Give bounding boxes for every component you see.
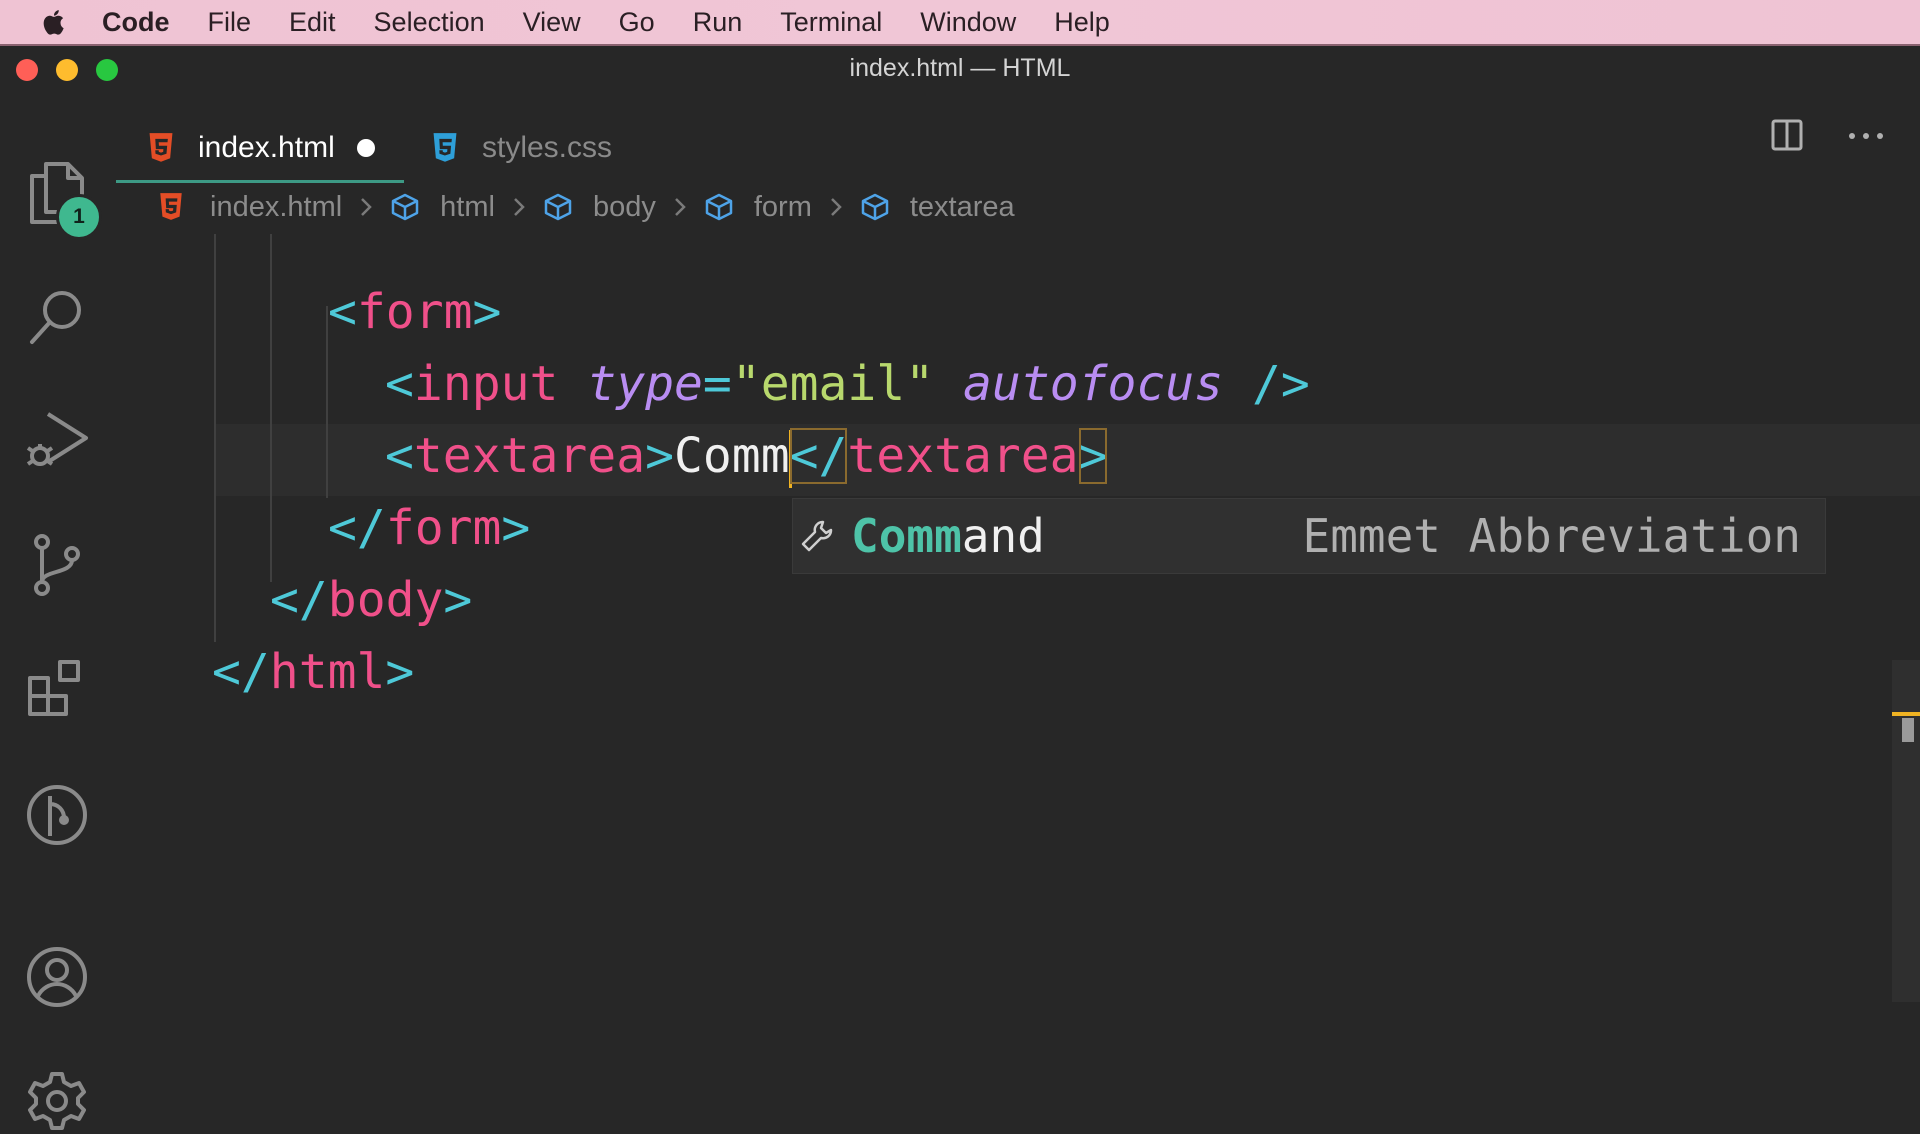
suggestion-rest: and	[961, 509, 1045, 563]
editor-window: index.html — HTML 1 index.html styles.cs…	[0, 44, 1920, 1130]
suggestion-detail: Emmet Abbreviation	[1302, 509, 1802, 563]
chevron-right-icon	[674, 198, 686, 216]
wrench-icon	[801, 520, 833, 552]
symbol-element-icon	[705, 193, 733, 221]
activity-bar: 1	[0, 102, 114, 1130]
css3-icon	[433, 133, 457, 162]
menu-bar: Code File Edit Selection View Go Run Ter…	[0, 0, 1920, 44]
account-icon[interactable]	[24, 944, 90, 1010]
indent-guide	[270, 234, 272, 582]
menu-selection[interactable]: Selection	[374, 7, 485, 38]
tab-label: index.html	[198, 131, 335, 164]
window-title: index.html — HTML	[849, 54, 1071, 82]
extensions-icon[interactable]	[24, 656, 90, 722]
symbol-element-icon	[861, 193, 889, 221]
menu-view[interactable]: View	[523, 7, 581, 38]
code-line-textarea: <textarea>Comm</textarea>	[385, 420, 1108, 492]
apple-logo-icon[interactable]	[40, 7, 70, 37]
scrollbar-cursor-marker	[1892, 712, 1920, 716]
html5-icon	[149, 133, 173, 162]
chevron-right-icon	[514, 198, 525, 216]
code-line-input: <input type="email" autofocus />	[385, 356, 1310, 412]
breadcrumb-label: index.html	[210, 190, 343, 223]
tab-label: styles.css	[482, 131, 613, 164]
menu-run[interactable]: Run	[693, 7, 743, 38]
breadcrumb-item-index-html[interactable]: index.html	[158, 191, 342, 224]
breadcrumb-item-textarea[interactable]: textarea	[860, 191, 1015, 224]
breadcrumb-label: html	[440, 190, 495, 223]
menu-terminal[interactable]: Terminal	[780, 7, 882, 38]
html5-icon	[160, 193, 182, 220]
search-icon[interactable]	[24, 284, 90, 350]
scrollbar-thumb[interactable]	[1902, 718, 1914, 742]
run-debug-icon[interactable]	[24, 408, 90, 474]
code-line-form-open: <form>	[328, 284, 502, 340]
breadcrumb-label: form	[753, 190, 812, 223]
more-actions-icon[interactable]	[1846, 126, 1886, 146]
source-control-icon[interactable]	[24, 532, 90, 598]
git-graph-icon[interactable]	[24, 782, 90, 848]
gear-icon[interactable]	[24, 1068, 90, 1134]
suggestion-widget[interactable]: Comm and Emmet Abbreviation	[792, 498, 1826, 574]
menu-edit[interactable]: Edit	[289, 7, 336, 38]
code-line-body-close: </body>	[270, 572, 473, 628]
menu-app-code[interactable]: Code	[102, 7, 170, 38]
unsaved-dot-icon[interactable]	[356, 139, 375, 157]
code-line-html-close: </html>	[212, 644, 415, 700]
breadcrumb-item-body[interactable]: body	[543, 191, 656, 224]
indent-guide	[214, 234, 216, 642]
symbol-element-icon	[544, 193, 572, 221]
tab-index-html[interactable]: index.html	[116, 116, 404, 183]
chevron-right-icon	[361, 198, 372, 216]
title-bar: index.html — HTML	[0, 46, 1920, 92]
chevron-right-icon	[830, 198, 842, 216]
symbol-element-icon	[391, 193, 419, 221]
breadcrumb-label: textarea	[909, 190, 1015, 223]
menu-file[interactable]: File	[208, 7, 252, 38]
breadcrumb-item-html[interactable]: html	[390, 191, 495, 224]
split-editor-icon[interactable]	[1770, 118, 1804, 152]
code-line-form-close: </form>	[328, 500, 531, 556]
breadcrumb-label: body	[592, 190, 656, 223]
breadcrumb-item-form[interactable]: form	[704, 191, 812, 224]
breadcrumb: index.html html body form textarea	[158, 180, 1015, 234]
menu-help[interactable]: Help	[1054, 7, 1110, 38]
menu-go[interactable]: Go	[619, 7, 655, 38]
menu-window[interactable]: Window	[920, 7, 1016, 38]
explorer-badge: 1	[56, 194, 102, 240]
suggestion-match: Comm	[851, 509, 962, 563]
tab-styles-css[interactable]: styles.css	[430, 116, 612, 180]
